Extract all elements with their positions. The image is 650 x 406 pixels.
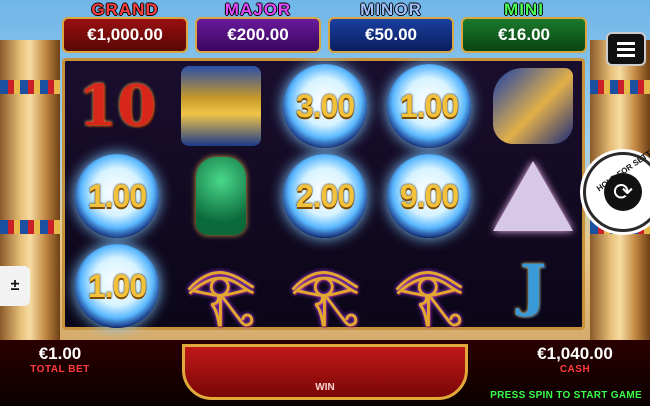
coin-value: 1.00 — [87, 267, 147, 304]
reel-cell: 𓂀 — [377, 241, 481, 331]
coin-symbol: 2.00 — [273, 151, 377, 241]
eye-of-horus-symbol-icon: 𓂀 — [394, 262, 464, 325]
coin-orb-icon: 3.00 — [283, 64, 367, 148]
win-panel: WIN — [182, 344, 468, 400]
coin-symbol: 9.00 — [377, 151, 481, 241]
jackpot-minor: MINOR €50.00 — [328, 0, 454, 53]
coin-orb-icon: 1.00 — [387, 64, 471, 148]
reel-cell — [481, 151, 585, 241]
cat-symbol-icon — [196, 157, 246, 235]
eye-of-horus-symbol-icon: 𓂀 — [290, 262, 360, 325]
coin-symbol: 1.00 — [65, 151, 169, 241]
total-bet-label: TOTAL BET — [30, 364, 90, 375]
reel-cell: 𓂀 — [169, 241, 273, 331]
bet-adjust-tab[interactable]: ± — [0, 266, 30, 306]
cash-label: CASH — [559, 364, 591, 375]
reel-grid: 10 3.00 1.00 1.00 2.00 9.00 1.00 𓂀 𓂀 𓂀 J — [62, 58, 585, 330]
coin-value: 3.00 — [295, 87, 355, 124]
spin-arrows-icon[interactable]: ⟳ — [604, 173, 642, 211]
hamburger-menu-icon[interactable] — [606, 32, 646, 66]
ten-symbol-icon: 10 — [78, 73, 156, 139]
coin-value: 2.00 — [295, 177, 355, 214]
total-bet-display[interactable]: €1.00 TOTAL BET — [0, 344, 120, 375]
eye-of-horus-symbol-icon: 𓂀 — [186, 262, 256, 325]
coin-symbol: 1.00 — [377, 61, 481, 151]
cash-value: €1,040.00 — [537, 344, 613, 363]
pyramid-symbol-icon — [493, 161, 573, 231]
reel-cell — [481, 61, 585, 151]
jackpot-minor-value: €50.00 — [328, 17, 454, 53]
coin-value: 9.00 — [399, 177, 459, 214]
win-label: WIN — [315, 382, 335, 393]
coin-symbol: 1.00 — [65, 241, 169, 331]
start-prompt: PRESS SPIN TO START GAME — [490, 390, 642, 401]
reel-cell — [169, 151, 273, 241]
cash-display: €1,040.00 CASH — [500, 344, 650, 375]
reel-cell: 𓂀 — [273, 241, 377, 331]
reel-cell — [169, 61, 273, 151]
jackpot-grand-value: €1,000.00 — [62, 17, 188, 53]
coin-value: 1.00 — [399, 87, 459, 124]
coin-orb-icon: 1.00 — [75, 154, 159, 238]
jackpot-grand: GRAND €1,000.00 — [62, 0, 188, 53]
jackpot-major-value: €200.00 — [195, 17, 321, 53]
reel-cell: 10 — [65, 61, 169, 151]
pharaoh-symbol-icon — [181, 66, 261, 146]
jackpot-mini-value: €16.00 — [461, 17, 587, 53]
jack-symbol-icon: J — [519, 253, 547, 319]
jackpot-mini: MINI €16.00 — [461, 0, 587, 53]
reel-cell: J — [481, 241, 585, 331]
coin-orb-icon: 1.00 — [75, 244, 159, 328]
anubis-symbol-icon — [493, 68, 573, 144]
coin-orb-icon: 9.00 — [387, 154, 471, 238]
coin-orb-icon: 2.00 — [283, 154, 367, 238]
jackpot-major: MAJOR €200.00 — [195, 0, 321, 53]
coin-symbol: 3.00 — [273, 61, 377, 151]
total-bet-value: €1.00 — [38, 344, 82, 363]
coin-value: 1.00 — [87, 177, 147, 214]
